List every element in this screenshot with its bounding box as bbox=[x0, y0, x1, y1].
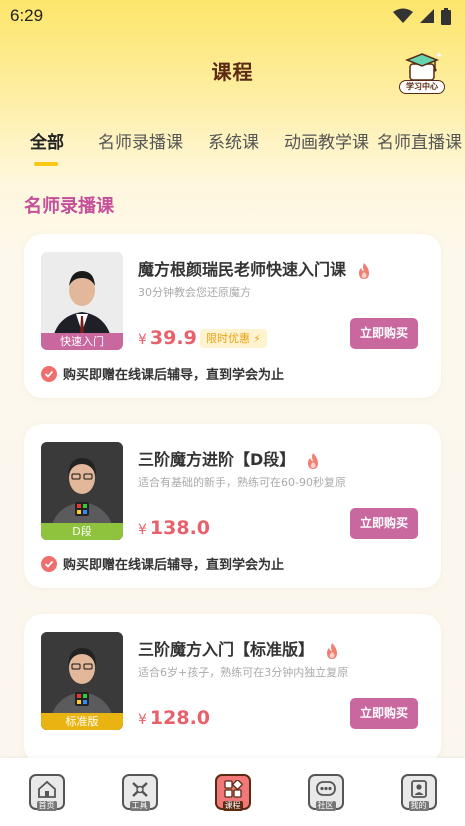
price-value: 128.0 bbox=[149, 707, 211, 729]
lightning-icon: ⚡ bbox=[253, 334, 261, 345]
nav-tools[interactable]: 工具 bbox=[121, 774, 158, 811]
status-time: 6:29 bbox=[10, 6, 44, 25]
course-price: ¥39.9 bbox=[138, 327, 197, 349]
tab-famous-recorded[interactable]: 名师录播课 bbox=[98, 128, 183, 153]
course-subtitle: 适合6岁+孩子，熟练可在3分钟内独立复原 bbox=[138, 666, 349, 679]
bonus-text: 购买即赠在线课后辅导，直到学会为止 bbox=[63, 558, 285, 573]
currency-symbol: ¥ bbox=[138, 332, 147, 348]
page-title: 课程 bbox=[211, 59, 254, 84]
course-card[interactable]: 快速入门 魔方根颜瑞民老师快速入门课 30分钟教会您还原魔方 ¥39.9 限时优… bbox=[24, 234, 441, 398]
bottom-nav: 首页 工具 课程 社区 我的 bbox=[0, 758, 465, 826]
bonus-text: 购买即赠在线课后辅导，直到学会为止 bbox=[63, 368, 285, 383]
tab-animation[interactable]: 动画教学课 bbox=[284, 128, 369, 153]
course-tag: D段 bbox=[41, 523, 123, 540]
status-icons bbox=[393, 7, 451, 25]
course-card[interactable]: D段 三阶魔方进阶【D段】 适合有基础的新手，熟练可在60-90秒复原 ¥138… bbox=[24, 424, 441, 588]
course-subtitle: 适合有基础的新手，熟练可在60-90秒复原 bbox=[138, 476, 346, 489]
nav-label: 课程 bbox=[222, 801, 243, 811]
fire-icon bbox=[358, 262, 369, 279]
course-title-text: 三阶魔方入门【标准版】 bbox=[138, 640, 315, 659]
course-icon bbox=[223, 780, 243, 798]
buy-button[interactable]: 立即购买 bbox=[350, 698, 418, 729]
tools-icon bbox=[131, 782, 148, 797]
course-subtitle: 30分钟教会您还原魔方 bbox=[138, 286, 251, 299]
course-thumbnail: 标准版 bbox=[41, 632, 123, 730]
nav-label: 我的 bbox=[408, 801, 429, 811]
wifi-icon bbox=[393, 8, 413, 23]
buy-button[interactable]: 立即购买 bbox=[350, 508, 418, 539]
course-card[interactable]: 标准版 三阶魔方入门【标准版】 适合6岁+孩子，熟练可在3分钟内独立复原 ¥12… bbox=[24, 614, 441, 764]
header: 课程 bbox=[0, 50, 465, 90]
battery-icon bbox=[441, 7, 451, 25]
status-bar: 6:29 bbox=[0, 0, 465, 32]
profile-icon bbox=[410, 780, 427, 798]
nav-community[interactable]: 社区 bbox=[307, 774, 344, 811]
course-title: 三阶魔方入门【标准版】 bbox=[138, 636, 340, 660]
nav-course[interactable]: 课程 bbox=[214, 774, 251, 811]
price-value: 138.0 bbox=[149, 517, 211, 539]
nav-profile[interactable]: 我的 bbox=[400, 774, 437, 811]
currency-symbol: ¥ bbox=[138, 522, 147, 538]
price-value: 39.9 bbox=[149, 327, 197, 349]
tab-system[interactable]: 系统课 bbox=[208, 128, 259, 153]
fire-icon bbox=[307, 452, 318, 469]
fire-icon bbox=[326, 642, 337, 659]
bonus-line: 购买即赠在线课后辅导，直到学会为止 bbox=[41, 554, 284, 573]
course-thumbnail: 快速入门 bbox=[41, 252, 123, 350]
tab-all[interactable]: 全部 bbox=[30, 128, 64, 153]
course-title-text: 魔方根颜瑞民老师快速入门课 bbox=[138, 260, 347, 279]
currency-symbol: ¥ bbox=[138, 712, 147, 728]
home-icon bbox=[37, 780, 56, 798]
course-tag: 快速入门 bbox=[41, 333, 123, 350]
graduation-cap-icon bbox=[404, 52, 442, 81]
tab-famous-live[interactable]: 名师直播课 bbox=[377, 128, 462, 153]
buy-button[interactable]: 立即购买 bbox=[350, 318, 418, 349]
course-title-text: 三阶魔方进阶【D段】 bbox=[138, 450, 296, 469]
signal-icon bbox=[420, 9, 434, 23]
course-tabs: 全部 名师录播课 系统课 动画教学课 名师直播课 bbox=[0, 128, 465, 168]
check-icon bbox=[41, 555, 57, 572]
promo-label: 限时优惠 bbox=[206, 332, 250, 345]
bonus-line: 购买即赠在线课后辅导，直到学会为止 bbox=[41, 364, 284, 383]
nav-label: 工具 bbox=[129, 801, 150, 811]
course-tag: 标准版 bbox=[41, 713, 123, 730]
course-price: ¥138.0 bbox=[138, 517, 210, 539]
community-icon bbox=[315, 781, 336, 796]
nav-home[interactable]: 首页 bbox=[28, 774, 65, 811]
tab-indicator bbox=[34, 162, 58, 166]
course-thumbnail: D段 bbox=[41, 442, 123, 540]
check-icon bbox=[41, 365, 57, 382]
course-title: 魔方根颜瑞民老师快速入门课 bbox=[138, 256, 372, 280]
section-title: 名师录播课 bbox=[24, 196, 114, 217]
nav-label: 社区 bbox=[315, 801, 336, 811]
course-price: ¥128.0 bbox=[138, 707, 210, 729]
course-title: 三阶魔方进阶【D段】 bbox=[138, 446, 321, 470]
promo-badge: 限时优惠 ⚡ bbox=[200, 329, 267, 348]
nav-label: 首页 bbox=[36, 801, 57, 811]
study-center-button[interactable]: 学习中心 bbox=[399, 50, 445, 94]
study-center-label: 学习中心 bbox=[399, 80, 445, 94]
